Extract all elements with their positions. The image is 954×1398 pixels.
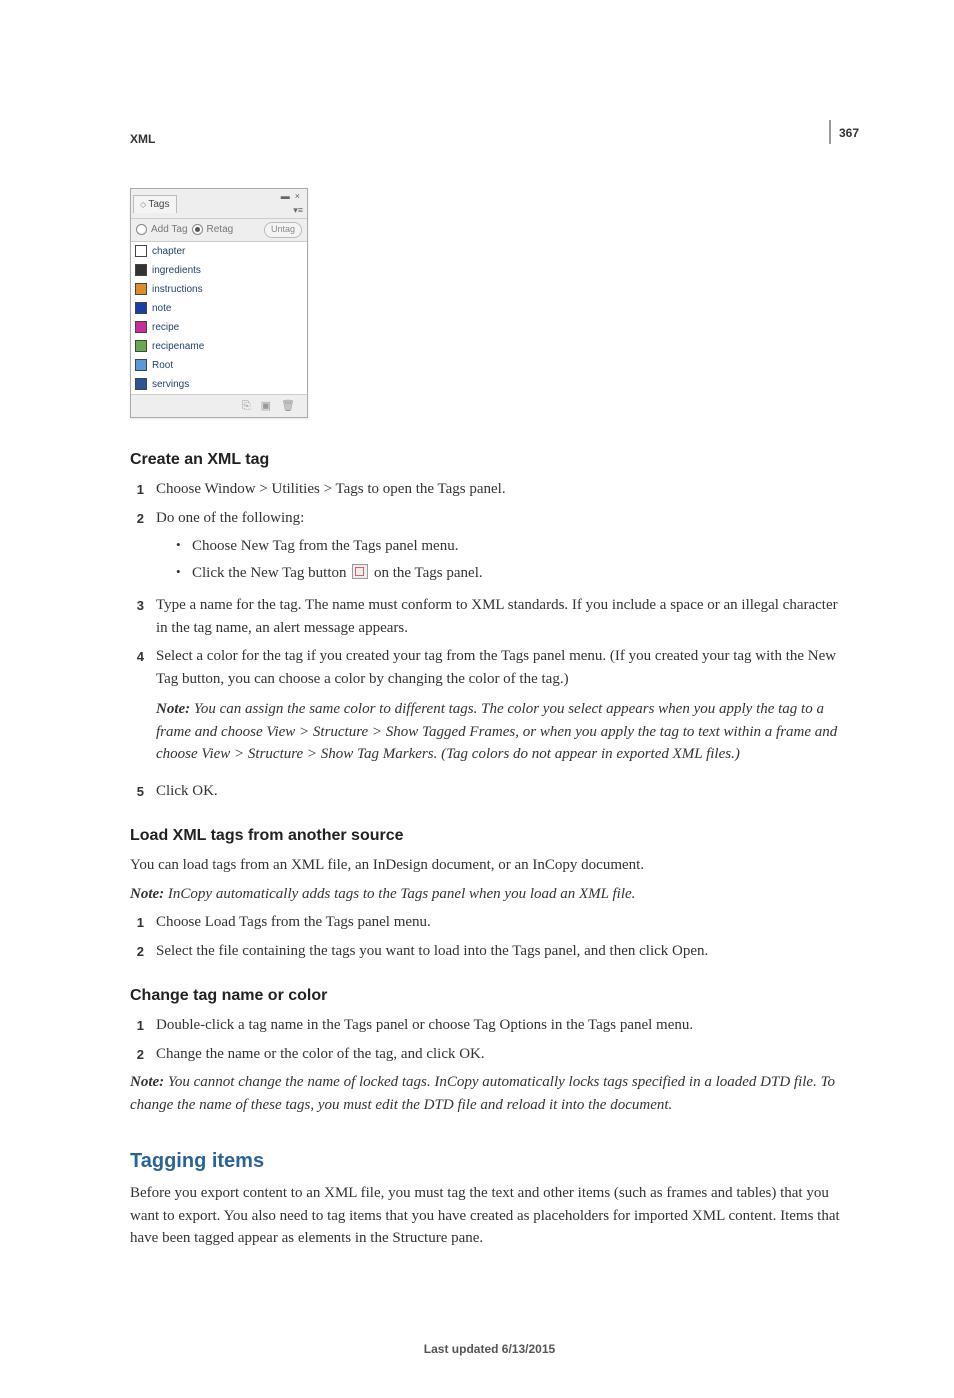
load-tags-icon[interactable]: ⎘ [242,398,251,415]
heading-change-tag: Change tag name or color [130,984,849,1008]
step-text: Change the name or the color of the tag,… [156,1043,849,1066]
heading-tagging-items: Tagging items [130,1146,849,1176]
tag-swatch-icon [135,340,147,352]
step-number: 4 [130,645,144,667]
tag-label: Root [152,358,173,373]
step-text: Select the file containing the tags you … [156,940,849,963]
tag-label: chapter [152,244,185,259]
step-text: Choose Window > Utilities > Tags to open… [156,478,849,501]
retag-label: Retag [207,222,234,237]
step-number: 1 [130,911,144,933]
page-number: 367 [829,120,859,144]
step-number: 3 [130,594,144,616]
tag-label: note [152,301,171,316]
heading-create-xml-tag: Create an XML tag [130,448,849,472]
step-number: 2 [130,507,144,529]
untag-button[interactable]: Untag [264,222,302,238]
note-block: Note: You can assign the same color to d… [156,698,849,766]
delete-tag-icon[interactable]: 🗑 [281,398,295,415]
step-text: Double-click a tag name in the Tags pane… [156,1014,849,1037]
tag-label: ingredients [152,263,201,278]
footer-last-updated: Last updated 6/13/2015 [130,1340,849,1358]
step-number: 2 [130,940,144,962]
tag-row[interactable]: chapter [131,242,307,261]
tags-panel-tab[interactable]: Tags [133,195,177,213]
tag-row[interactable]: ingredients [131,261,307,280]
add-tag-radio[interactable] [136,224,147,235]
tag-label: recipe [152,320,179,335]
tag-row[interactable]: instructions [131,280,307,299]
new-tag-icon[interactable]: ▣ [261,398,271,415]
tag-swatch-icon [135,378,147,390]
note-block: Note: InCopy automatically adds tags to … [130,883,849,906]
bullet-item: Choose New Tag from the Tags panel menu. [176,535,849,558]
panel-window-controls[interactable]: ▬ × ▾≡ [281,190,305,217]
step-text: Select a color for the tag if you create… [156,645,849,690]
tag-label: recipename [152,339,204,354]
step-number: 5 [130,780,144,802]
tag-swatch-icon [135,264,147,276]
tag-label: servings [152,377,189,392]
step-text: Choose Load Tags from the Tags panel men… [156,911,849,934]
step-number: 1 [130,478,144,500]
tag-list: chapter ingredients instructions note re… [131,242,307,394]
tags-panel: Tags ▬ × ▾≡ Add Tag Retag Untag chapter … [130,188,308,418]
breadcrumb: XML [130,130,849,148]
new-tag-inline-icon [352,564,368,579]
step-number: 2 [130,1043,144,1065]
tag-row[interactable]: note [131,299,307,318]
tag-row[interactable]: Root [131,356,307,375]
tag-swatch-icon [135,302,147,314]
tag-swatch-icon [135,245,147,257]
add-tag-label: Add Tag [151,222,188,237]
paragraph: Before you export content to an XML file… [130,1182,849,1250]
tag-row[interactable]: recipename [131,337,307,356]
step-text: Do one of the following: [156,507,849,530]
step-number: 1 [130,1014,144,1036]
step-text: Click OK. [156,780,849,803]
bullet-item: Click the New Tag button on the Tags pan… [176,562,849,585]
paragraph: You can load tags from an XML file, an I… [130,854,849,877]
tag-label: instructions [152,282,203,297]
step-text: Type a name for the tag. The name must c… [156,594,849,639]
tag-row[interactable]: recipe [131,318,307,337]
tag-swatch-icon [135,321,147,333]
heading-load-xml-tags: Load XML tags from another source [130,824,849,848]
tag-row[interactable]: servings [131,375,307,394]
tag-swatch-icon [135,359,147,371]
retag-radio[interactable] [192,224,203,235]
note-block: Note: You cannot change the name of lock… [130,1071,849,1116]
tag-swatch-icon [135,283,147,295]
